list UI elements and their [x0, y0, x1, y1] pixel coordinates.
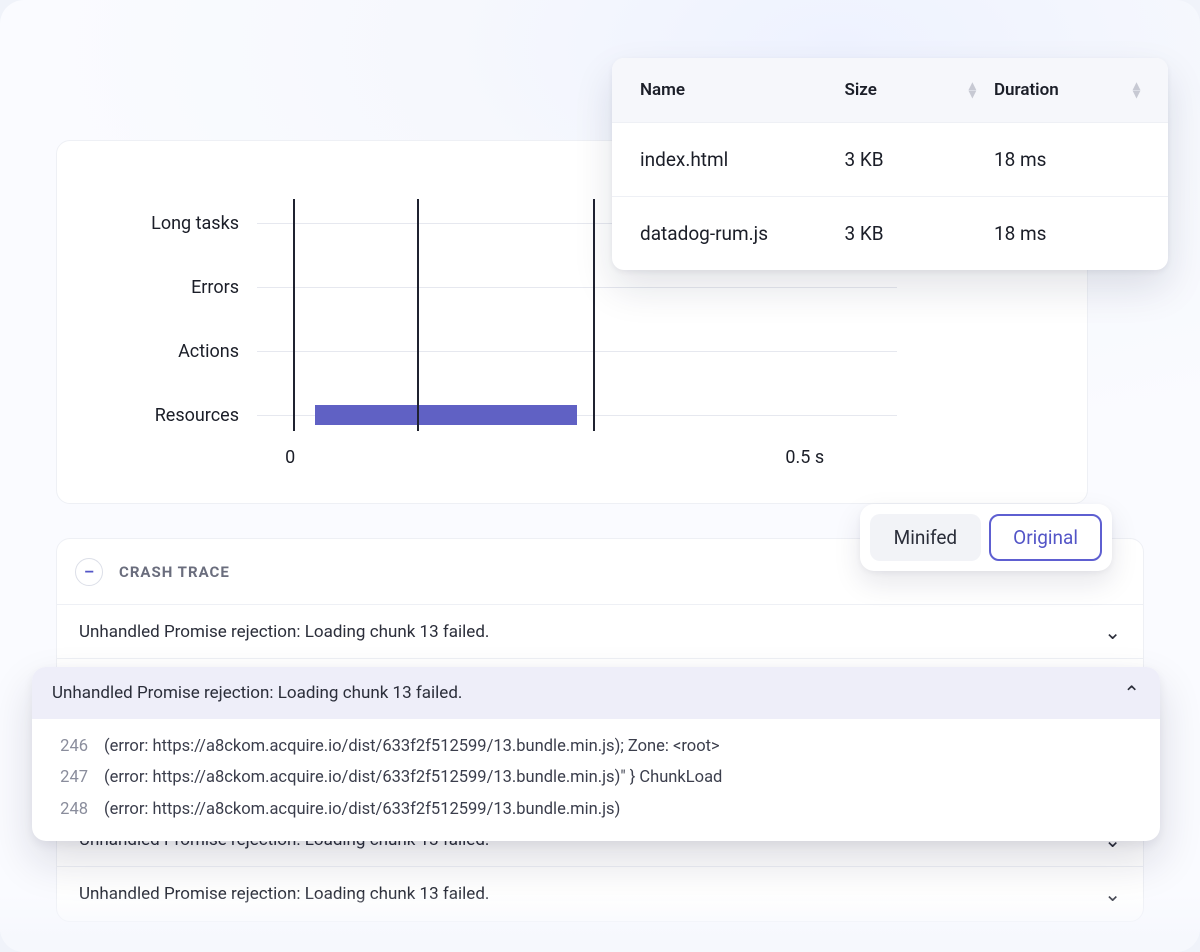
cell-name: index.html [640, 148, 844, 171]
x-tick: 0 [285, 447, 295, 468]
line-number: 248 [52, 794, 88, 825]
source-toggle: Minifed Original [860, 504, 1112, 571]
trace-row[interactable]: Unhandled Promise rejection: Loading chu… [57, 605, 1143, 659]
code-line: 246 (error: https://a8ckom.acquire.io/dis… [52, 731, 1140, 762]
chevron-down-icon[interactable]: ⌄ [1104, 620, 1121, 644]
chart-row-label: Errors [77, 277, 257, 298]
chart-row-track [257, 351, 897, 352]
toggle-minified[interactable]: Minifed [870, 514, 982, 561]
trace-row-text: Unhandled Promise rejection: Loading chu… [79, 622, 489, 642]
code-text: (error: https://a8ckom.acquire.io/dist/6… [104, 731, 720, 762]
chart-vline [417, 199, 419, 431]
x-tick: 0.5 s [785, 447, 824, 468]
resources-table-header: Name Size ▴▾ Duration ▴▾ [612, 58, 1168, 122]
resources-bar[interactable] [315, 405, 577, 425]
col-size-header[interactable]: Size ▴▾ [844, 80, 993, 100]
line-number: 246 [52, 731, 88, 762]
chart-row-label: Actions [77, 341, 257, 362]
resources-table: Name Size ▴▾ Duration ▴▾ index.html 3 KB… [612, 58, 1168, 270]
table-row[interactable]: index.html 3 KB 18 ms [612, 122, 1168, 196]
trace-row-text: Unhandled Promise rejection: Loading chu… [79, 884, 489, 904]
cell-duration: 18 ms [994, 222, 1140, 245]
sort-icon[interactable]: ▴▾ [969, 82, 976, 99]
cell-size: 3 KB [844, 148, 993, 171]
line-number: 247 [52, 762, 88, 793]
trace-row-text: Unhandled Promise rejection: Loading chu… [52, 683, 462, 703]
cell-size: 3 KB [844, 222, 993, 245]
chart-row-track [257, 287, 897, 288]
app-canvas: Long tasks Errors Actions Resources 0 0.… [0, 0, 1200, 952]
col-name-header[interactable]: Name [640, 80, 844, 100]
chart-row-label: Resources [77, 405, 257, 426]
chart-row-label: Long tasks [77, 213, 257, 234]
code-text: (error: https://a8ckom.acquire.io/dist/6… [104, 794, 620, 825]
toggle-original[interactable]: Original [989, 514, 1102, 561]
chart-vline [293, 199, 295, 431]
chevron-up-icon[interactable]: ⌃ [1123, 681, 1140, 705]
trace-row-expanded-header[interactable]: Unhandled Promise rejection: Loading chu… [32, 667, 1160, 719]
code-text: (error: https://a8ckom.acquire.io/dist/6… [104, 762, 722, 793]
table-row[interactable]: datadog-rum.js 3 KB 18 ms [612, 196, 1168, 270]
crash-trace-title: CRASH TRACE [119, 563, 230, 581]
trace-row-expanded: Unhandled Promise rejection: Loading chu… [32, 667, 1160, 841]
code-line: 247 (error: https://a8ckom.acquire.io/dis… [52, 762, 1140, 793]
col-size-label: Size [844, 80, 876, 100]
stack-code: 246 (error: https://a8ckom.acquire.io/dis… [32, 719, 1160, 841]
cell-name: datadog-rum.js [640, 222, 844, 245]
trace-row[interactable]: Unhandled Promise rejection: Loading chu… [57, 867, 1143, 921]
col-duration-header[interactable]: Duration ▴▾ [994, 80, 1140, 100]
sort-icon[interactable]: ▴▾ [1133, 82, 1140, 99]
chart-row-track [257, 415, 897, 416]
code-line: 248 (error: https://a8ckom.acquire.io/dis… [52, 794, 1140, 825]
cell-duration: 18 ms [994, 148, 1140, 171]
chart-vline [593, 199, 595, 431]
col-duration-label: Duration [994, 80, 1059, 100]
chart-xaxis: 0 0.5 s [257, 447, 1087, 477]
collapse-icon[interactable]: – [75, 558, 103, 586]
chevron-down-icon[interactable]: ⌄ [1104, 882, 1121, 906]
